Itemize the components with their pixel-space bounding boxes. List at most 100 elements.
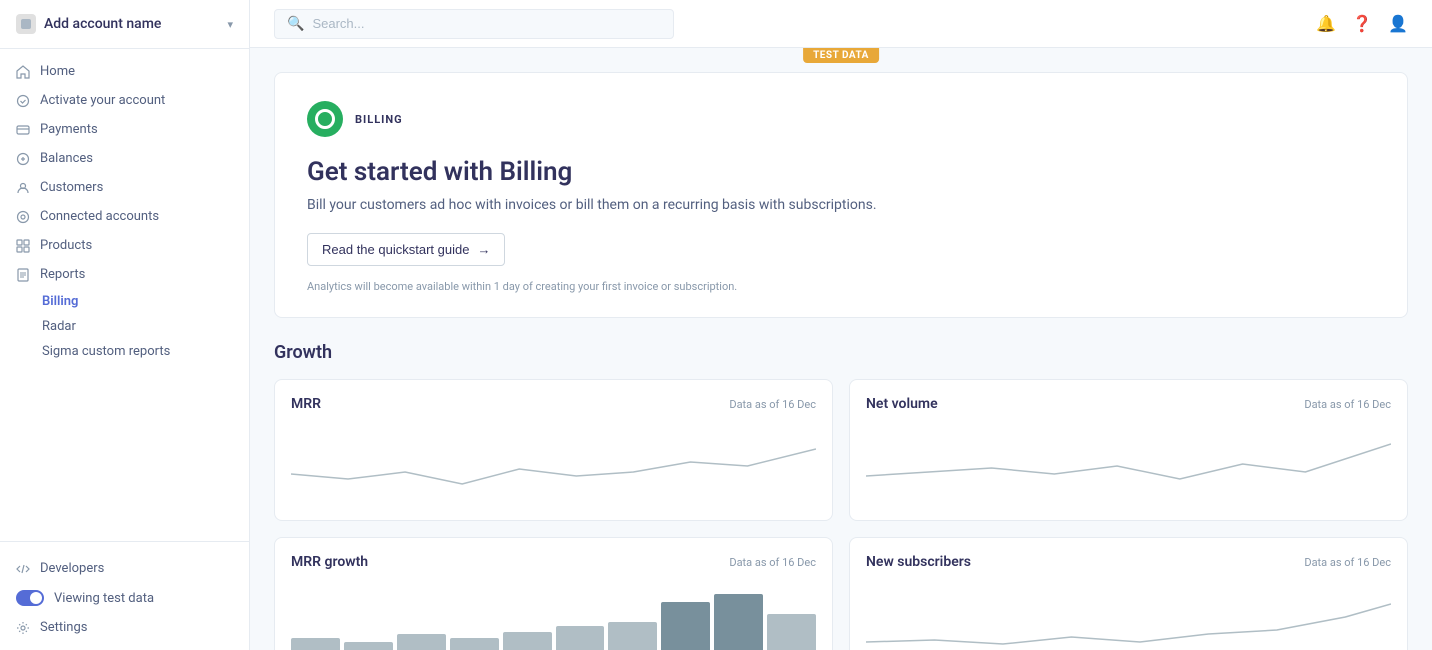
reports-icon — [16, 268, 30, 282]
mrr-chart-area: .cl{fill:none;stroke:#b0bec5;stroke-widt… — [291, 424, 816, 504]
bar-8 — [661, 602, 710, 650]
bar-5 — [503, 632, 552, 650]
bar-10 — [767, 614, 816, 650]
balances-icon — [16, 152, 30, 166]
billing-tag: BILLING — [355, 113, 403, 126]
account-name: Add account name — [44, 16, 219, 32]
home-icon — [16, 65, 30, 79]
sidebar-item-billing-label: Billing — [42, 294, 78, 309]
sidebar-item-radar-label: Radar — [42, 319, 76, 334]
bar-1 — [291, 638, 340, 650]
bar-9 — [714, 594, 763, 650]
sidebar-item-settings[interactable]: Settings — [0, 613, 249, 642]
search-input[interactable] — [312, 16, 661, 31]
chevron-down-icon: ▾ — [227, 18, 233, 31]
new-subscribers-chart-date: Data as of 16 Dec — [1304, 556, 1391, 569]
sidebar-item-balances-label: Balances — [40, 151, 93, 166]
activate-icon — [16, 94, 30, 108]
mrr-growth-chart-title: MRR growth — [291, 554, 368, 570]
sidebar-item-products[interactable]: Products — [0, 231, 249, 260]
bar-4 — [450, 638, 499, 650]
sidebar-item-home[interactable]: Home — [0, 57, 249, 86]
sidebar-item-test-data[interactable]: Viewing test data — [0, 583, 249, 613]
net-volume-chart: Net volume Data as of 16 Dec — [849, 379, 1408, 521]
growth-section: Growth MRR Data as of 16 Dec .cl{fill:no… — [250, 318, 1432, 650]
growth-title: Growth — [274, 342, 1408, 363]
sidebar-item-activate[interactable]: Activate your account — [0, 86, 249, 115]
sidebar-item-sigma[interactable]: Sigma custom reports — [0, 339, 249, 364]
nav-main: Home Activate your account Payments Bala… — [0, 49, 249, 372]
net-volume-chart-date: Data as of 16 Dec — [1304, 398, 1391, 411]
sidebar-item-balances[interactable]: Balances — [0, 144, 249, 173]
quickstart-arrow: → — [477, 242, 490, 257]
billing-logo-inner — [315, 109, 335, 129]
nav-bottom: Developers Viewing test data Settings — [0, 546, 249, 650]
mrr-growth-chart: MRR growth Data as of 16 Dec — [274, 537, 833, 650]
sidebar-item-customers[interactable]: Customers — [0, 173, 249, 202]
sidebar-item-billing[interactable]: Billing — [0, 289, 249, 314]
sidebar-item-payments-label: Payments — [40, 122, 98, 137]
sidebar-item-connected[interactable]: Connected accounts — [0, 202, 249, 231]
search-wrapper[interactable]: 🔍 — [274, 9, 674, 39]
mrr-chart-title: MRR — [291, 396, 321, 412]
payments-icon — [16, 123, 30, 137]
test-data-banner: TEST DATA — [803, 48, 879, 63]
sidebar-item-developers[interactable]: Developers — [0, 554, 249, 583]
billing-logo — [307, 101, 343, 137]
topbar: 🔍 🔔 ❓ 👤 — [250, 0, 1432, 48]
customers-icon — [16, 181, 30, 195]
settings-icon — [16, 621, 30, 635]
new-subscribers-chart-area — [866, 582, 1391, 650]
charts-grid: MRR Data as of 16 Dec .cl{fill:none;stro… — [274, 379, 1408, 650]
account-header[interactable]: Add account name ▾ — [0, 0, 249, 49]
sidebar-item-developers-label: Developers — [40, 561, 104, 576]
sidebar-divider — [0, 541, 249, 542]
sidebar-item-activate-label: Activate your account — [40, 93, 165, 108]
billing-note: Analytics will become available within 1… — [307, 280, 1375, 293]
developers-icon — [16, 562, 30, 576]
new-subscribers-chart-title: New subscribers — [866, 554, 971, 570]
billing-header: BILLING — [307, 101, 1375, 137]
net-volume-chart-header: Net volume Data as of 16 Dec — [866, 396, 1391, 412]
bell-icon[interactable]: 🔔 — [1316, 14, 1336, 33]
test-data-toggle[interactable] — [16, 590, 44, 606]
sidebar-item-products-label: Products — [40, 238, 92, 253]
new-subscribers-chart: New subscribers Data as of 16 Dec — [849, 537, 1408, 650]
mrr-growth-chart-date: Data as of 16 Dec — [729, 556, 816, 569]
mrr-chart-header: MRR Data as of 16 Dec — [291, 396, 816, 412]
bar-6 — [556, 626, 605, 650]
sidebar-item-home-label: Home — [40, 64, 75, 79]
quickstart-label: Read the quickstart guide — [322, 242, 469, 257]
sidebar-item-test-data-label: Viewing test data — [54, 591, 154, 606]
main-area: 🔍 🔔 ❓ 👤 TEST DATA BILLING Get started wi… — [250, 0, 1432, 650]
billing-title: Get started with Billing — [307, 157, 1375, 187]
sidebar-item-reports-label: Reports — [40, 267, 85, 282]
sidebar-item-settings-label: Settings — [40, 620, 87, 635]
topbar-actions: 🔔 ❓ 👤 — [1316, 14, 1408, 33]
sidebar-item-reports[interactable]: Reports — [0, 260, 249, 289]
billing-description: Bill your customers ad hoc with invoices… — [307, 197, 1375, 213]
mrr-growth-chart-header: MRR growth Data as of 16 Dec — [291, 554, 816, 570]
net-volume-chart-area — [866, 424, 1391, 504]
bar-3 — [397, 634, 446, 650]
connected-icon — [16, 210, 30, 224]
billing-card: BILLING Get started with Billing Bill yo… — [274, 72, 1408, 318]
user-icon[interactable]: 👤 — [1388, 14, 1408, 33]
help-icon[interactable]: ❓ — [1352, 14, 1372, 33]
quickstart-button[interactable]: Read the quickstart guide → — [307, 233, 505, 266]
new-subscribers-chart-header: New subscribers Data as of 16 Dec — [866, 554, 1391, 570]
mrr-chart-date: Data as of 16 Dec — [729, 398, 816, 411]
products-icon — [16, 239, 30, 253]
sidebar: Add account name ▾ Home Activate your ac… — [0, 0, 250, 650]
account-icon — [16, 14, 36, 34]
sidebar-item-payments[interactable]: Payments — [0, 115, 249, 144]
net-volume-chart-title: Net volume — [866, 396, 938, 412]
mrr-chart: MRR Data as of 16 Dec .cl{fill:none;stro… — [274, 379, 833, 521]
content-area: TEST DATA BILLING Get started with Billi… — [250, 48, 1432, 650]
mrr-growth-chart-area — [291, 582, 816, 650]
sidebar-item-customers-label: Customers — [40, 180, 103, 195]
bar-2 — [344, 642, 393, 650]
sidebar-item-radar[interactable]: Radar — [0, 314, 249, 339]
search-icon: 🔍 — [287, 16, 304, 32]
sidebar-item-connected-label: Connected accounts — [40, 209, 159, 224]
